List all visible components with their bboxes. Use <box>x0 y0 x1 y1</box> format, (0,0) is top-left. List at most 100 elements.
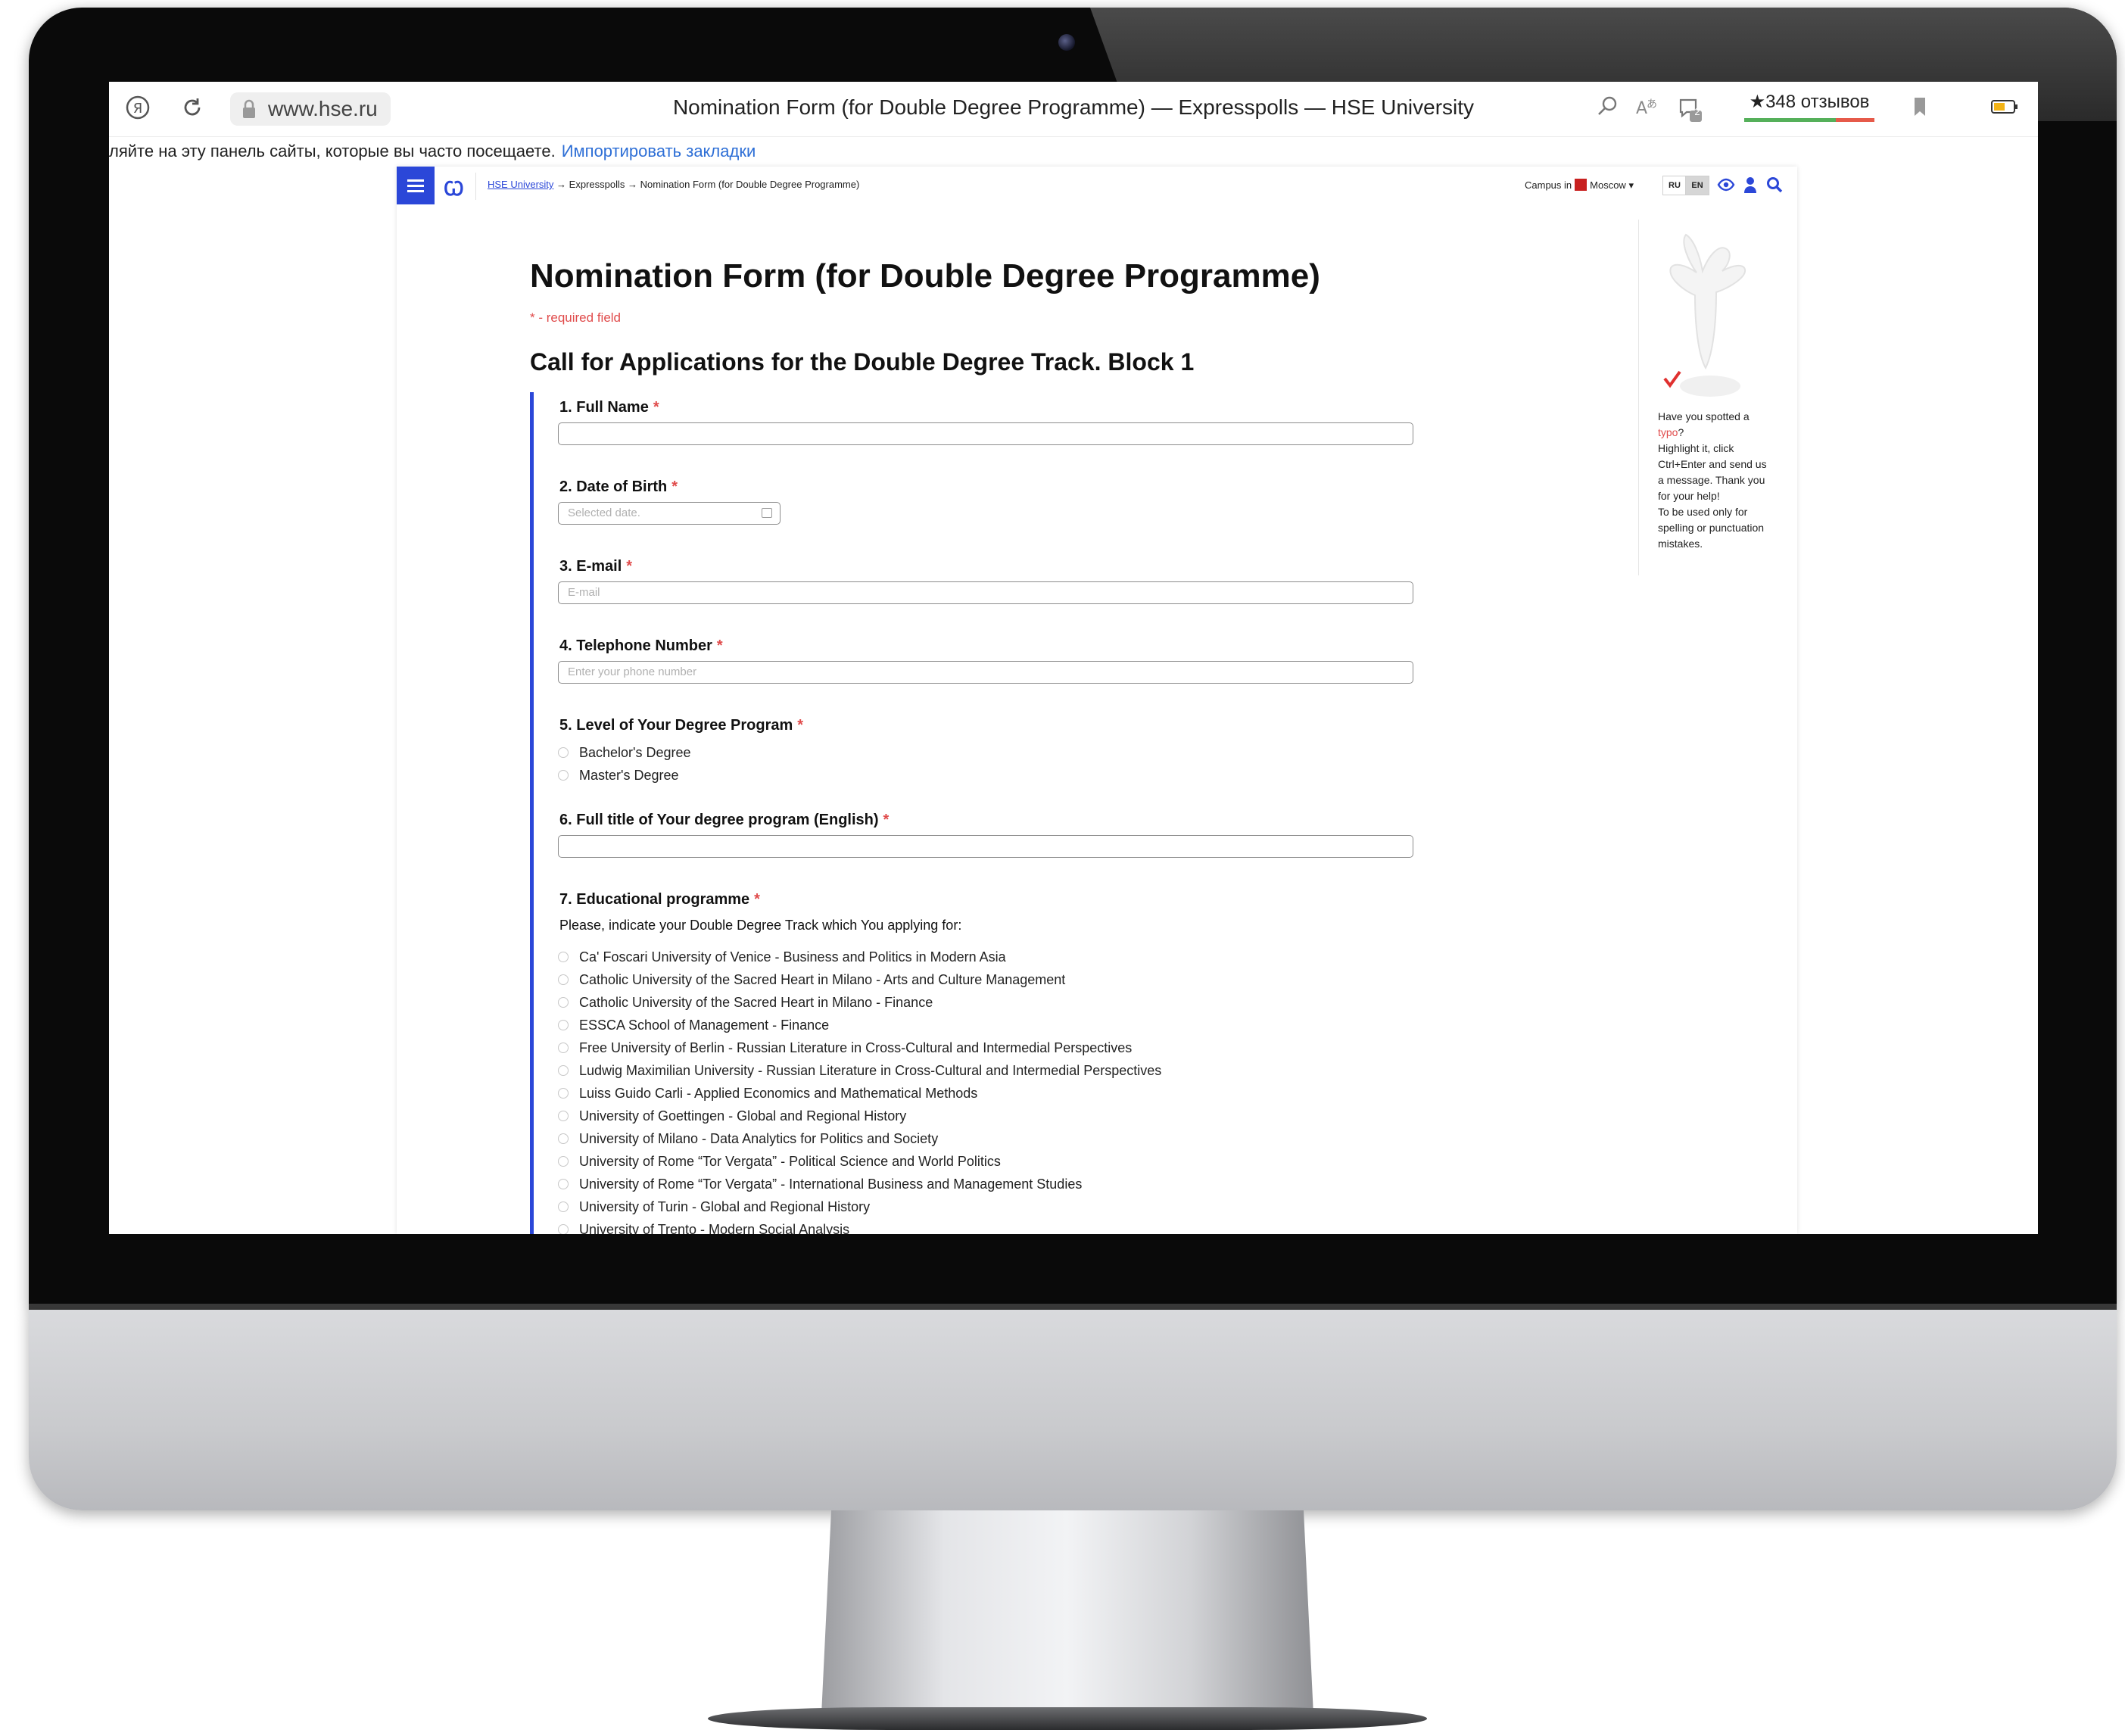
radio-option[interactable]: Luiss Guido Carli - Applied Economics an… <box>558 1086 977 1102</box>
email-input[interactable]: E-mail <box>558 581 1413 604</box>
radio-button[interactable] <box>558 1043 569 1053</box>
translate-icon[interactable]: Aあ <box>1632 94 1662 124</box>
breadcrumb-current: Nomination Form (for Double Degree Progr… <box>640 179 860 190</box>
radio-option[interactable]: Master's Degree <box>558 768 678 784</box>
radio-label: Ludwig Maximilian University - Russian L… <box>579 1063 1162 1078</box>
radio-label: University of Turin - Global and Regiona… <box>579 1199 871 1214</box>
radio-button[interactable] <box>558 1020 569 1030</box>
bookmark-icon[interactable] <box>1905 94 1935 124</box>
radio-label: Bachelor's Degree <box>579 745 691 760</box>
radio-option[interactable]: University of Trento - Modern Social Ana… <box>558 1222 849 1234</box>
campus-selector[interactable]: Campus in Moscow ▾ <box>1525 179 1634 192</box>
reviews-badge[interactable]: ★348 отзывов <box>1744 91 1874 122</box>
radio-option[interactable]: Free University of Berlin - Russian Lite… <box>558 1040 1132 1057</box>
monitor-stand-base <box>708 1707 1427 1730</box>
full-name-input[interactable] <box>558 422 1413 445</box>
lang-ru-button[interactable]: RU <box>1662 176 1687 195</box>
radio-button[interactable] <box>558 997 569 1008</box>
radio-label: University of Trento - Modern Social Ana… <box>579 1222 850 1234</box>
radio-button[interactable] <box>558 1201 569 1212</box>
radio-label: Ca' Foscari University of Venice - Busin… <box>579 949 1006 965</box>
date-of-birth-input[interactable]: Selected date. <box>558 502 781 525</box>
radio-option[interactable]: ESSCA School of Management - Finance <box>558 1018 829 1034</box>
menu-button[interactable] <box>397 167 435 204</box>
radio-label: Luiss Guido Carli - Applied Economics an… <box>579 1086 978 1101</box>
radio-label: Catholic University of the Sacred Heart … <box>579 995 933 1010</box>
radio-button[interactable] <box>558 1133 569 1144</box>
typo-notice: Have you spotted a typo? Highlight it, c… <box>1658 409 1771 552</box>
email-placeholder: E-mail <box>568 586 600 599</box>
radio-label: Master's Degree <box>579 768 679 783</box>
breadcrumb-expresspolls[interactable]: Expresspolls <box>569 179 625 190</box>
required-mark: * <box>671 478 678 495</box>
required-mark: * <box>754 891 760 908</box>
required-mark: * <box>716 637 723 654</box>
radio-option[interactable]: Ludwig Maximilian University - Russian L… <box>558 1063 1161 1080</box>
radio-option[interactable]: University of Goettingen - Global and Re… <box>558 1108 906 1125</box>
accessibility-eye-icon[interactable] <box>1717 176 1735 194</box>
radio-label: University of Milano - Data Analytics fo… <box>579 1131 939 1146</box>
svg-text:あ: あ <box>1647 98 1657 111</box>
notifications-count: 2 <box>1694 106 1700 117</box>
user-icon[interactable] <box>1741 176 1759 194</box>
radio-label: Free University of Berlin - Russian Lite… <box>579 1040 1133 1055</box>
battery-icon <box>1989 94 2020 124</box>
radio-option[interactable]: University of Rome “Tor Vergata” - Inter… <box>558 1177 1082 1193</box>
typo-line: Have you spotted a <box>1658 410 1750 422</box>
radio-option[interactable]: Ca' Foscari University of Venice - Busin… <box>558 949 1006 966</box>
radio-button[interactable] <box>558 1065 569 1076</box>
notifications-icon[interactable]: 2 <box>1675 94 1705 124</box>
radio-button[interactable] <box>558 1224 569 1234</box>
moscow-flag-icon <box>1575 179 1588 191</box>
lang-en-button[interactable]: EN <box>1685 176 1709 195</box>
radio-label: University of Rome “Tor Vergata” - Inter… <box>579 1177 1083 1192</box>
section-rail <box>530 392 534 1234</box>
radio-button[interactable] <box>558 1111 569 1121</box>
radio-button[interactable] <box>558 1156 569 1167</box>
question-label: 6. Full title of Your degree program (En… <box>559 812 879 828</box>
telephone-input[interactable]: Enter your phone number <box>558 661 1413 684</box>
radio-option[interactable]: University of Turin - Global and Regiona… <box>558 1199 870 1216</box>
question-label: 7. Educational programme <box>559 891 750 908</box>
required-field-note: * - required field <box>530 310 622 325</box>
radio-option[interactable]: Catholic University of the Sacred Heart … <box>558 972 1065 989</box>
browser-toolbar: Я www.hse.ru Nomination Form (for Double… <box>109 82 2038 137</box>
radio-button[interactable] <box>558 952 569 962</box>
breadcrumb-home-link[interactable]: HSE University <box>488 179 553 190</box>
question-program-title: 6. Full title of Your degree program (En… <box>559 812 889 829</box>
radio-label: ESSCA School of Management - Finance <box>579 1018 830 1033</box>
typo-link[interactable]: typo <box>1658 426 1678 438</box>
section-title: Call for Applications for the Double Deg… <box>530 348 1195 376</box>
breadcrumb-separator: → <box>553 179 569 190</box>
radio-label: University of Rome “Tor Vergata” - Polit… <box>579 1154 1001 1169</box>
radio-button[interactable] <box>558 974 569 985</box>
radio-option[interactable]: University of Milano - Data Analytics fo… <box>558 1131 938 1148</box>
bookmark-hint: ляйте на эту панель сайты, которые вы ча… <box>109 142 556 161</box>
page-title: Nomination Form (for Double Degree Progr… <box>530 257 1320 295</box>
monitor-stand <box>821 1510 1313 1715</box>
radio-option[interactable]: Bachelor's Degree <box>558 745 691 762</box>
date-placeholder: Selected date. <box>568 506 640 519</box>
radio-option[interactable]: University of Rome “Tor Vergata” - Polit… <box>558 1154 1001 1170</box>
program-title-input[interactable] <box>558 835 1413 858</box>
radio-button[interactable] <box>558 747 569 758</box>
bezel-edge <box>29 1304 2117 1310</box>
monitor-chin <box>29 1310 2117 1510</box>
radio-button[interactable] <box>558 1179 569 1189</box>
required-mark: * <box>797 717 804 734</box>
web-page: Ꞷ HSE University → Expresspolls → Nomina… <box>397 167 1797 1234</box>
search-icon[interactable] <box>1765 176 1784 194</box>
import-bookmarks-link[interactable]: Импортировать закладки <box>562 142 756 161</box>
hse-logo-icon[interactable]: Ꞷ <box>444 174 466 201</box>
breadcrumb-separator: → <box>625 179 640 190</box>
radio-option[interactable]: Catholic University of the Sacred Heart … <box>558 995 933 1011</box>
question-label: 2. Date of Birth <box>559 478 668 495</box>
breadcrumb: HSE University → Expresspolls → Nominati… <box>488 179 859 190</box>
question-email: 3. E-mail * <box>559 558 632 575</box>
radio-button[interactable] <box>558 770 569 781</box>
question-label: 4. Telephone Number <box>559 637 712 654</box>
zoom-icon[interactable] <box>1593 94 1623 124</box>
typo-divider <box>1638 220 1639 575</box>
radio-button[interactable] <box>558 1088 569 1099</box>
typo-body: Highlight it, click Ctrl+Enter and send … <box>1658 442 1767 502</box>
